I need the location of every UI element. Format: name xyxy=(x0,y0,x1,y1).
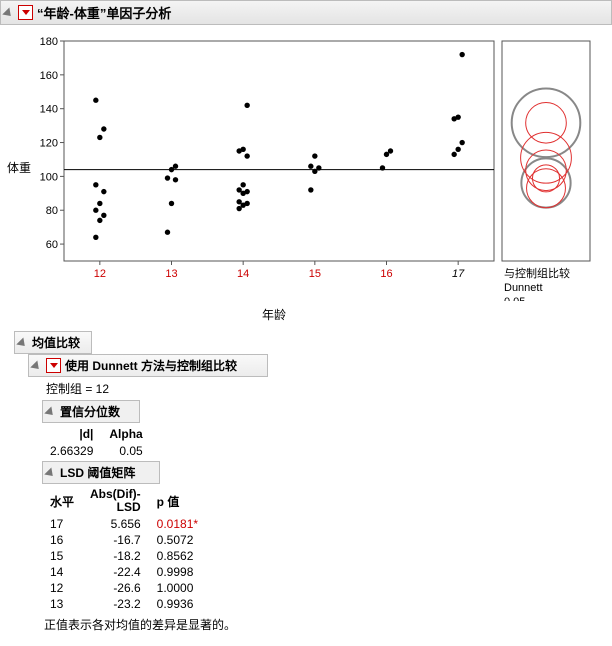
table-row: 15-18.20.8562 xyxy=(46,548,210,564)
svg-text:与控制组比较: 与控制组比较 xyxy=(504,266,570,280)
scatter-plot[interactable]: 60 80 100 120 140 160 180 12 13 14 15 16 17 与控制组比较 Dun… xyxy=(34,31,594,301)
disclosure-icon[interactable] xyxy=(44,467,56,479)
disclosure-icon[interactable] xyxy=(30,360,42,372)
cell-p: 0.5072 xyxy=(153,532,210,548)
compare-means-title: 均值比较 xyxy=(32,334,80,351)
cell-level: 15 xyxy=(46,548,86,564)
lsd-threshold-table: 水平 Abs(Dif)-LSD p 值 175.6560.0181*16-16.… xyxy=(46,486,210,612)
disclosure-icon[interactable] xyxy=(44,406,56,418)
cell-diff: -18.2 xyxy=(86,548,153,564)
col-diff: Abs(Dif)-LSD xyxy=(86,486,153,516)
svg-text:0.05: 0.05 xyxy=(504,296,525,301)
cell-p: 0.9998 xyxy=(153,564,210,580)
svg-text:17: 17 xyxy=(452,268,465,280)
svg-text:16: 16 xyxy=(380,268,392,280)
col-d: |d| xyxy=(46,425,105,443)
table-row: 16-16.70.5072 xyxy=(46,532,210,548)
svg-text:100: 100 xyxy=(40,171,58,183)
cell-p: 0.0181* xyxy=(153,516,210,532)
table-row: 13-23.20.9936 xyxy=(46,596,210,612)
compare-means-header[interactable]: 均值比较 xyxy=(14,331,92,354)
svg-text:80: 80 xyxy=(46,205,58,217)
cell-diff: -16.7 xyxy=(86,532,153,548)
cell-diff: -26.6 xyxy=(86,580,153,596)
table-row: 2.66329 0.05 xyxy=(46,443,155,459)
cell-level: 12 xyxy=(46,580,86,596)
x-axis-label: 年龄 xyxy=(34,306,514,323)
svg-text:13: 13 xyxy=(165,268,177,280)
cell-diff: 5.656 xyxy=(86,516,153,532)
cell-alpha: 0.05 xyxy=(105,443,154,459)
main-title: “年龄-体重”单因子分析 xyxy=(37,3,171,22)
lsd-matrix-title: LSD 阈值矩阵 xyxy=(60,464,135,481)
dunnett-title: 使用 Dunnett 方法与控制组比较 xyxy=(65,357,237,374)
dunnett-header[interactable]: 使用 Dunnett 方法与控制组比较 xyxy=(28,354,268,377)
hotspot-icon[interactable] xyxy=(46,358,61,373)
svg-text:Dunnett: Dunnett xyxy=(504,282,543,294)
control-group-text: 控制组 = 12 xyxy=(42,377,612,400)
oneway-chart: 体重 60 80 100 120 140 160 180 12 13 14 15 16 17 与控制组比较… xyxy=(4,31,608,304)
cell-p: 0.9936 xyxy=(153,596,210,612)
svg-text:12: 12 xyxy=(94,268,106,280)
lsd-matrix-header[interactable]: LSD 阈值矩阵 xyxy=(42,461,160,484)
svg-text:160: 160 xyxy=(40,70,58,82)
cell-diff: -23.2 xyxy=(86,596,153,612)
svg-text:15: 15 xyxy=(309,268,321,280)
col-alpha: Alpha xyxy=(105,425,154,443)
cell-p: 1.0000 xyxy=(153,580,210,596)
svg-text:120: 120 xyxy=(40,138,58,150)
svg-text:140: 140 xyxy=(40,104,58,116)
cell-level: 13 xyxy=(46,596,86,612)
confidence-quantile-header[interactable]: 置信分位数 xyxy=(42,400,140,423)
cell-d: 2.66329 xyxy=(46,443,105,459)
svg-text:60: 60 xyxy=(46,239,58,251)
cell-level: 14 xyxy=(46,564,86,580)
cell-level: 17 xyxy=(46,516,86,532)
cell-diff: -22.4 xyxy=(86,564,153,580)
disclosure-icon[interactable] xyxy=(16,337,28,349)
svg-text:180: 180 xyxy=(40,36,58,48)
disclosure-icon[interactable] xyxy=(2,7,14,19)
svg-text:14: 14 xyxy=(237,268,249,280)
col-level: 水平 xyxy=(46,486,86,516)
cell-level: 16 xyxy=(46,532,86,548)
hotspot-icon[interactable] xyxy=(18,5,33,20)
y-axis-label: 体重 xyxy=(4,31,34,304)
table-row: 175.6560.0181* xyxy=(46,516,210,532)
main-outline-header[interactable]: “年龄-体重”单因子分析 xyxy=(0,0,612,25)
cell-p: 0.8562 xyxy=(153,548,210,564)
col-p: p 值 xyxy=(153,486,210,516)
table-row: 12-26.61.0000 xyxy=(46,580,210,596)
confidence-quantile-title: 置信分位数 xyxy=(60,403,120,420)
lsd-footnote: 正值表示各对均值的差异是显著的。 xyxy=(28,614,612,637)
table-row: 14-22.40.9998 xyxy=(46,564,210,580)
confidence-quantile-table: |d| Alpha 2.66329 0.05 xyxy=(46,425,155,459)
